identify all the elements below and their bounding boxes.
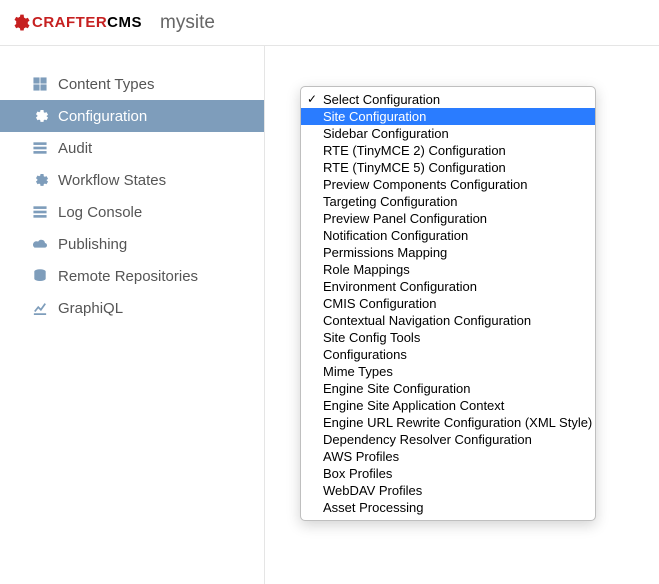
sidebar-item-publishing[interactable]: Publishing — [0, 228, 264, 260]
sidebar-item-remote-repositories[interactable]: Remote Repositories — [0, 260, 264, 292]
dropdown-option[interactable]: Preview Panel Configuration — [301, 210, 595, 227]
dropdown-option[interactable]: Engine Site Application Context — [301, 397, 595, 414]
dropdown-option[interactable]: Site Config Tools — [301, 329, 595, 346]
gear-icon — [32, 172, 48, 188]
sidebar-item-label: Content Types — [58, 76, 154, 93]
dropdown-option[interactable]: Environment Configuration — [301, 278, 595, 295]
grid-icon — [32, 76, 48, 92]
dropdown-option[interactable]: WebDAV Profiles — [301, 482, 595, 499]
dropdown-option[interactable]: Dependency Resolver Configuration — [301, 431, 595, 448]
sidebar-item-audit[interactable]: Audit — [0, 132, 264, 164]
check-icon: ✓ — [307, 91, 317, 108]
dropdown-option[interactable]: Site Configuration — [301, 108, 595, 125]
site-name[interactable]: mysite — [160, 12, 215, 34]
dropdown-option[interactable]: Engine URL Rewrite Configuration (XML St… — [301, 414, 595, 431]
dropdown-option[interactable]: Engine Site Configuration — [301, 380, 595, 397]
dropdown-option[interactable]: Permissions Mapping — [301, 244, 595, 261]
database-icon — [32, 268, 48, 284]
sidebar-item-label: Log Console — [58, 204, 142, 221]
list-icon — [32, 204, 48, 220]
dropdown-option[interactable]: Targeting Configuration — [301, 193, 595, 210]
brand-name: CRAFTERCMS — [32, 14, 142, 31]
dropdown-option[interactable]: Box Profiles — [301, 465, 595, 482]
dropdown-option[interactable]: Asset Processing — [301, 499, 595, 516]
configuration-dropdown[interactable]: Select Configuration✓Site ConfigurationS… — [300, 86, 596, 521]
gear-icon — [32, 108, 48, 124]
dropdown-option[interactable]: AWS Profiles — [301, 448, 595, 465]
sidebar-item-label: Publishing — [58, 236, 127, 253]
sidebar-item-log-console[interactable]: Log Console — [0, 196, 264, 228]
dropdown-option[interactable]: Configurations — [301, 346, 595, 363]
dropdown-option[interactable]: Notification Configuration — [301, 227, 595, 244]
dropdown-option[interactable]: Select Configuration✓ — [301, 91, 595, 108]
main-content: Select Configuration✓Site ConfigurationS… — [265, 46, 659, 584]
dropdown-option[interactable]: RTE (TinyMCE 2) Configuration — [301, 142, 595, 159]
brand-logo[interactable]: CRAFTERCMS — [10, 13, 142, 33]
dropdown-option[interactable]: RTE (TinyMCE 5) Configuration — [301, 159, 595, 176]
sidebar-item-label: Remote Repositories — [58, 268, 198, 285]
list-icon — [32, 140, 48, 156]
dropdown-option[interactable]: Mime Types — [301, 363, 595, 380]
cloud-icon — [32, 236, 48, 252]
dropdown-option[interactable]: CMIS Configuration — [301, 295, 595, 312]
dropdown-option[interactable]: Contextual Navigation Configuration — [301, 312, 595, 329]
sidebar-item-label: GraphiQL — [58, 300, 123, 317]
sidebar-item-label: Audit — [58, 140, 92, 157]
sidebar: Content Types Configuration Audit Workflow … — [0, 46, 265, 584]
sidebar-item-graphiql[interactable]: GraphiQL — [0, 292, 264, 324]
body: Content Types Configuration Audit Workflow … — [0, 46, 659, 584]
sidebar-item-label: Workflow States — [58, 172, 166, 189]
sidebar-item-workflow-states[interactable]: Workflow States — [0, 164, 264, 196]
sidebar-item-label: Configuration — [58, 108, 147, 125]
dropdown-option[interactable]: Preview Components Configuration — [301, 176, 595, 193]
sidebar-item-configuration[interactable]: Configuration — [0, 100, 264, 132]
gear-icon — [10, 13, 30, 33]
dropdown-option[interactable]: Sidebar Configuration — [301, 125, 595, 142]
chart-icon — [32, 300, 48, 316]
dropdown-option[interactable]: Role Mappings — [301, 261, 595, 278]
sidebar-item-content-types[interactable]: Content Types — [0, 68, 264, 100]
header: CRAFTERCMS mysite — [0, 0, 659, 46]
